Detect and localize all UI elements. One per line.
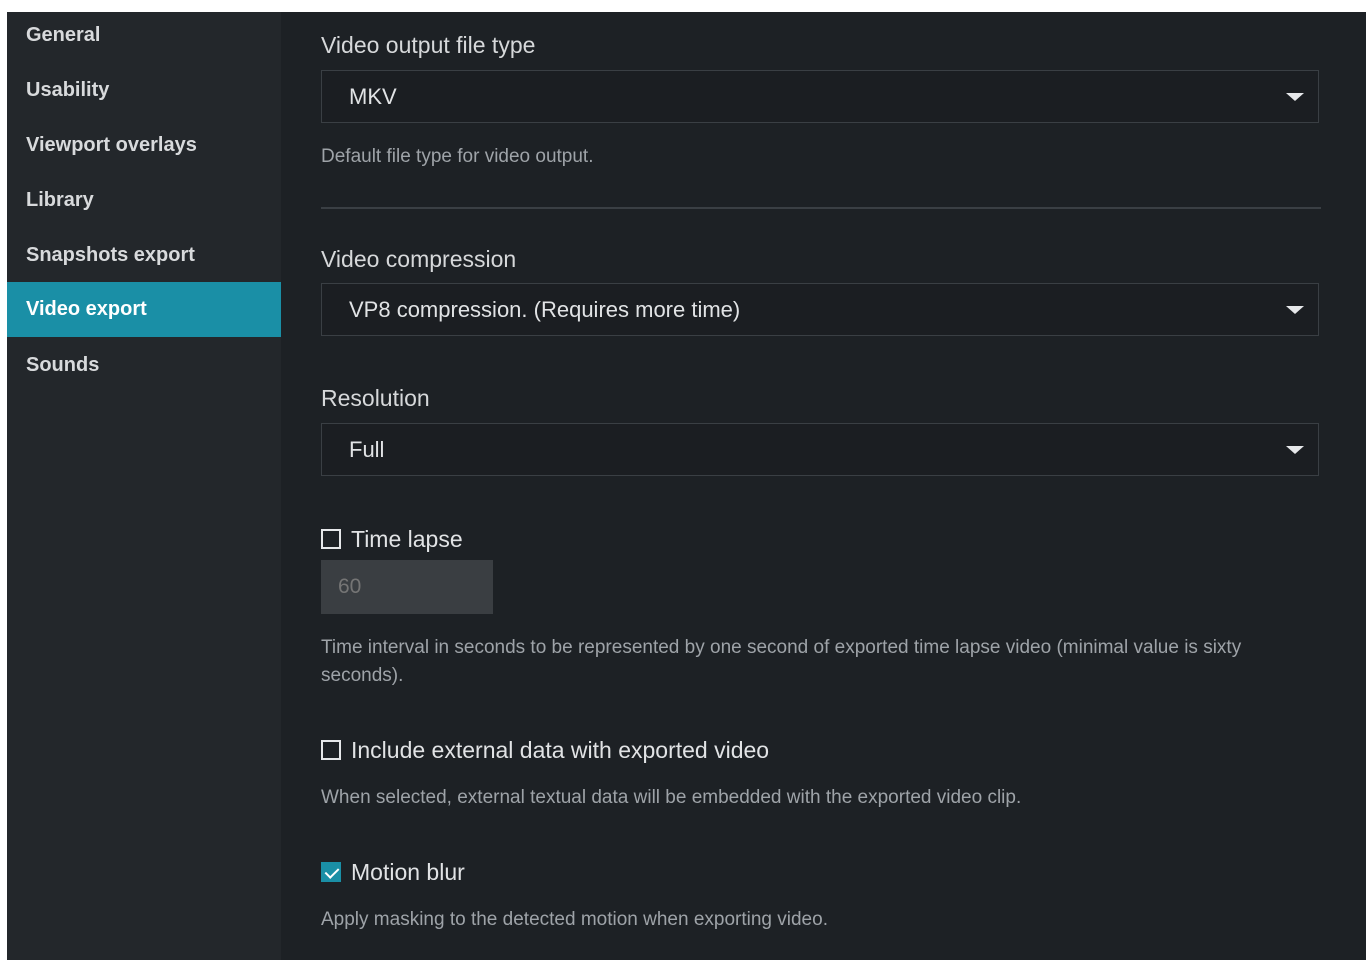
sidebar-item-viewport-overlays[interactable]: Viewport overlays — [7, 122, 281, 177]
sidebar-item-library[interactable]: Library — [7, 177, 281, 232]
motion-blur-checkbox-row[interactable]: Motion blur — [321, 857, 465, 887]
time-lapse-checkbox-row[interactable]: Time lapse — [321, 524, 463, 554]
time-lapse-checkbox[interactable] — [321, 529, 341, 549]
external-data-checkbox[interactable] — [321, 740, 341, 760]
sidebar-item-general[interactable]: General — [7, 12, 281, 67]
video-compression-label: Video compression — [321, 246, 517, 272]
resolution-dropdown[interactable]: Full — [321, 423, 1319, 476]
video-compression-dropdown[interactable]: VP8 compression. (Requires more time) — [321, 283, 1319, 336]
chevron-down-icon — [1286, 306, 1304, 314]
time-lapse-interval-input[interactable] — [321, 560, 493, 614]
motion-blur-label: Motion blur — [351, 858, 465, 885]
motion-blur-checkbox[interactable] — [321, 862, 341, 882]
resolution-label: Resolution — [321, 385, 430, 411]
sidebar-item-snapshots-export[interactable]: Snapshots export — [7, 232, 281, 287]
chevron-down-icon — [1286, 93, 1304, 101]
video-export-settings: Video output file type MKV Default file … — [281, 12, 1366, 960]
video-output-file-type-value: MKV — [349, 84, 397, 109]
settings-window: General Usability Viewport overlays Libr… — [7, 12, 1366, 960]
section-divider — [321, 207, 1321, 209]
time-lapse-description: Time interval in seconds to be represent… — [321, 637, 1242, 686]
video-compression-value: VP8 compression. (Requires more time) — [349, 297, 741, 322]
video-output-file-type-description: Default file type for video output. — [321, 146, 594, 167]
sidebar-item-video-export[interactable]: Video export — [7, 282, 281, 337]
external-data-checkbox-row[interactable]: Include external data with exported vide… — [321, 735, 769, 765]
chevron-down-icon — [1286, 446, 1304, 454]
external-data-description: When selected, external textual data wil… — [321, 787, 1022, 808]
sidebar-item-usability[interactable]: Usability — [7, 67, 281, 122]
sidebar-item-sounds[interactable]: Sounds — [7, 342, 281, 397]
time-lapse-label: Time lapse — [351, 525, 463, 552]
video-output-file-type-label: Video output file type — [321, 32, 536, 58]
resolution-value: Full — [349, 437, 385, 462]
video-output-file-type-dropdown[interactable]: MKV — [321, 70, 1319, 123]
checkmark-icon — [324, 864, 340, 879]
motion-blur-description: Apply masking to the detected motion whe… — [321, 909, 828, 930]
external-data-label: Include external data with exported vide… — [351, 736, 770, 763]
settings-sidebar: General Usability Viewport overlays Libr… — [7, 12, 281, 960]
